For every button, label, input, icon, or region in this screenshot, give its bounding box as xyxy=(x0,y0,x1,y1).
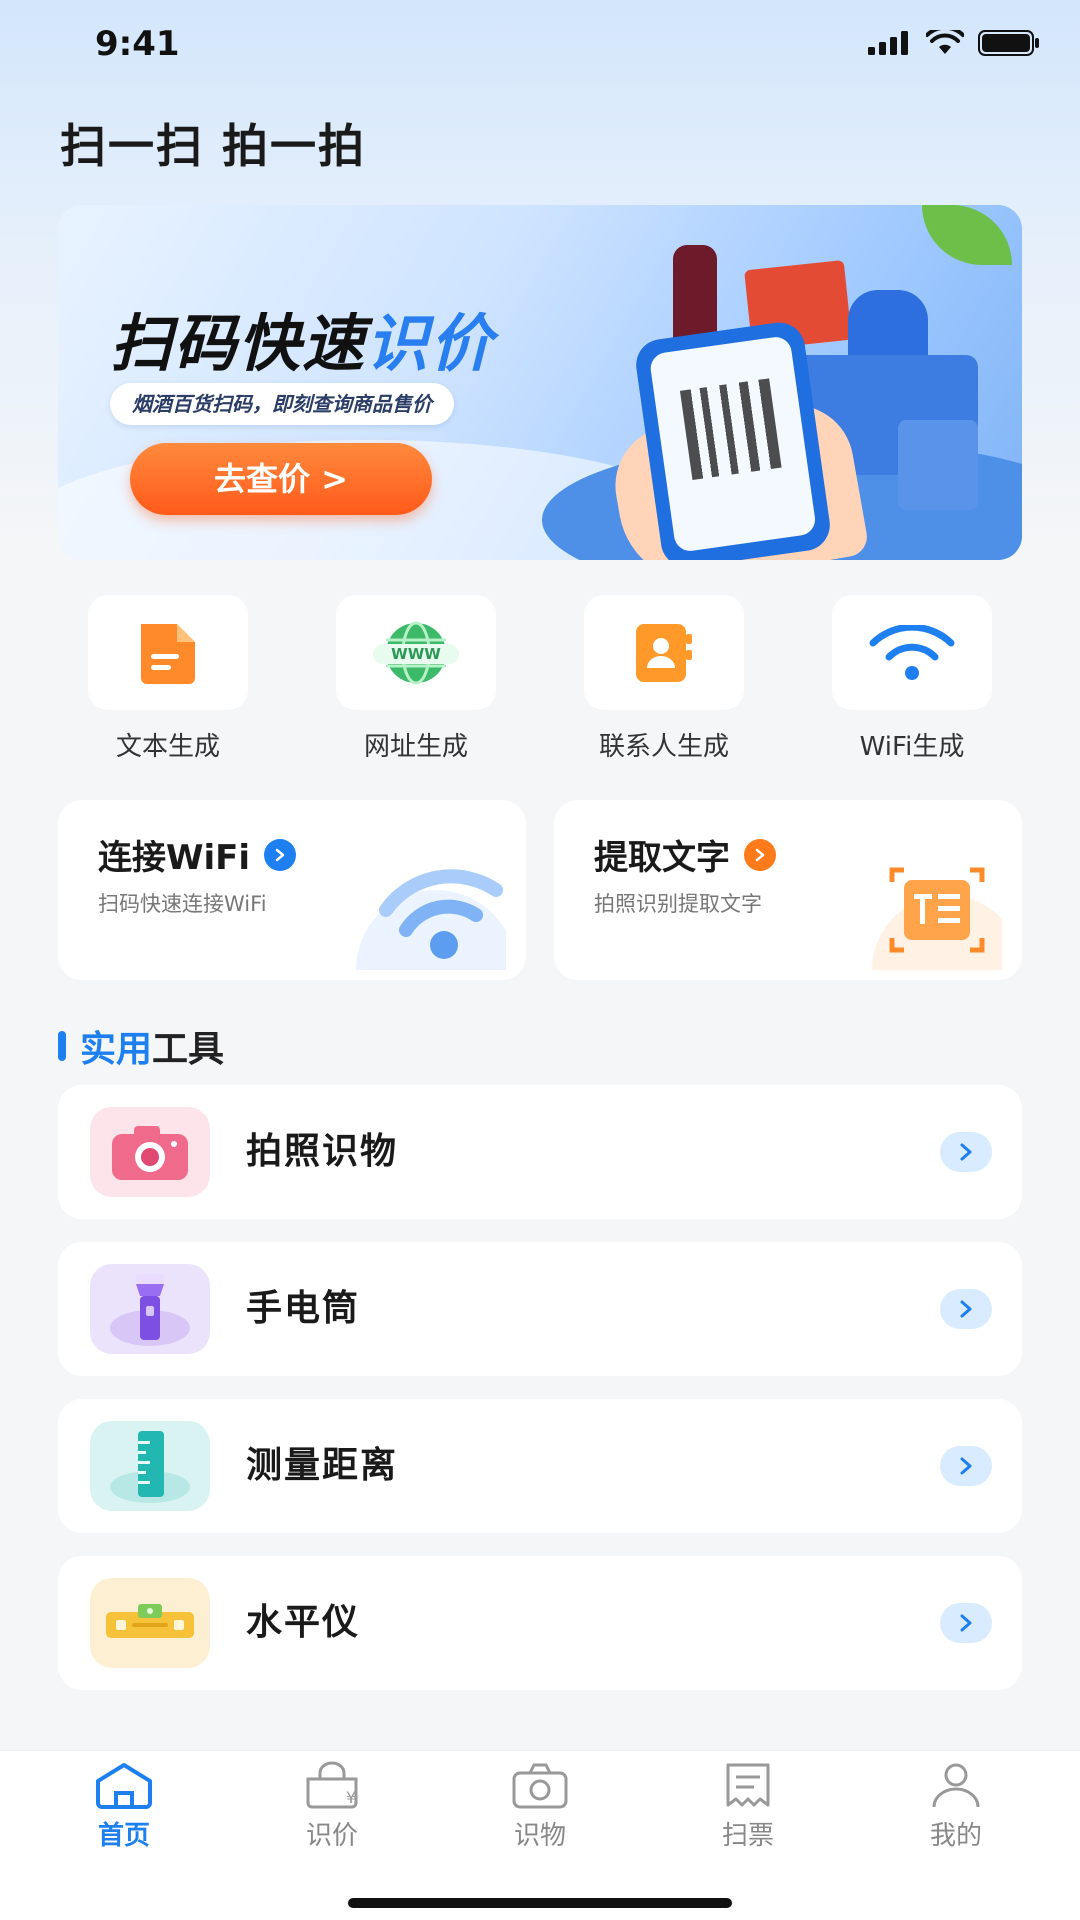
tab-label: 首页 xyxy=(97,1821,150,1851)
bottom-tab-bar: 首页 ¥ 识价 识物 扫票 我的 xyxy=(0,1750,1080,1920)
quick-action-icon-box: WWW xyxy=(336,595,496,710)
page-title: 扫一扫 拍一拍 xyxy=(60,119,367,173)
spirit-level-icon xyxy=(106,1604,194,1638)
connect-wifi-subtitle: 扫码快速连接WiFi xyxy=(98,892,267,916)
quick-action-icon-box xyxy=(832,595,992,710)
document-icon xyxy=(141,623,195,684)
quick-action-icon-box xyxy=(584,595,744,710)
quick-action-label: 文本生成 xyxy=(115,732,220,762)
signal-icon xyxy=(868,31,908,55)
wifi-status-icon xyxy=(926,30,964,54)
chevron-right-icon xyxy=(744,838,776,871)
check-price-button[interactable]: 去查价 > xyxy=(130,443,432,515)
tool-icon-box xyxy=(90,1107,210,1197)
tab-label: 扫票 xyxy=(721,1821,774,1851)
tab-label: 识物 xyxy=(513,1821,566,1851)
globe-www-icon: WWW xyxy=(373,621,459,684)
battery-icon xyxy=(978,30,1039,56)
wifi-icon xyxy=(869,624,955,680)
banner-title-highlight: 识价 xyxy=(366,307,495,380)
quick-action-contact[interactable]: 联系人生成 xyxy=(584,595,744,763)
connect-wifi-card[interactable]: 连接WiFi 扫码快速连接WiFi xyxy=(58,800,526,980)
banner-title: 扫码快速识价 xyxy=(110,293,494,383)
tab-home[interactable]: 首页 xyxy=(44,1761,204,1852)
phone-qr-illustration xyxy=(632,319,834,560)
section-title-rest: 工具 xyxy=(152,1029,225,1070)
banner-title-main: 扫码快速 xyxy=(110,307,367,380)
section-title-highlight: 实用 xyxy=(80,1029,153,1070)
extract-text-title: 提取文字 xyxy=(594,830,776,879)
leaf-decoration xyxy=(922,205,1012,265)
camera-tab-icon xyxy=(512,1763,568,1809)
quick-actions: 文本生成 WWW 网址生成 联系人生成 WiFi生成 xyxy=(58,595,1022,763)
tool-label: 测量距离 xyxy=(246,1445,399,1486)
extract-text-card[interactable]: 提取文字 拍照识别提取文字 xyxy=(554,800,1022,980)
quick-action-label: 联系人生成 xyxy=(598,732,729,762)
tool-label: 水平仪 xyxy=(246,1602,361,1643)
banner-subtitle: 烟酒百货扫码，即刻查询商品售价 xyxy=(110,383,454,425)
connect-wifi-title-text: 连接WiFi xyxy=(98,838,251,878)
tab-recognize[interactable]: 识物 xyxy=(460,1761,620,1852)
quick-action-url[interactable]: WWW 网址生成 xyxy=(336,595,496,763)
home-icon xyxy=(96,1763,152,1809)
price-bag-icon: ¥ xyxy=(306,1761,358,1809)
section-title-tools: 实用 工具 xyxy=(58,1020,224,1072)
tool-icon-box xyxy=(90,1578,210,1668)
qr-code-icon xyxy=(679,378,782,480)
tool-label: 拍照识物 xyxy=(246,1131,399,1172)
tool-item-measure-distance[interactable]: 测量距离 xyxy=(58,1399,1022,1533)
status-time: 9:41 xyxy=(95,24,180,64)
chevron-right-icon xyxy=(264,838,297,871)
tool-icon-box xyxy=(90,1264,210,1354)
tab-profile[interactable]: 我的 xyxy=(876,1761,1036,1852)
tab-label: 我的 xyxy=(929,1821,982,1851)
tool-item-flashlight[interactable]: 手电筒 xyxy=(58,1242,1022,1376)
promo-banner[interactable]: 扫码快速识价 烟酒百货扫码，即刻查询商品售价 去查价 > xyxy=(58,205,1022,560)
quick-action-text[interactable]: 文本生成 xyxy=(88,595,248,763)
chevron-right-icon[interactable] xyxy=(940,1446,992,1486)
tab-price[interactable]: ¥ 识价 xyxy=(252,1761,412,1852)
camera-icon xyxy=(112,1126,188,1180)
quick-action-icon-box xyxy=(88,595,248,710)
wifi-illustration-icon xyxy=(356,869,506,970)
chevron-right-icon[interactable] xyxy=(940,1132,992,1172)
status-bar: 9:41 xyxy=(0,0,1080,100)
quick-action-label: WiFi生成 xyxy=(859,732,965,762)
contact-book-icon xyxy=(636,623,692,682)
extract-text-title-text: 提取文字 xyxy=(594,838,730,878)
tool-icon-box xyxy=(90,1421,210,1511)
connect-wifi-title: 连接WiFi xyxy=(98,830,297,879)
ruler-icon xyxy=(110,1431,190,1503)
section-accent-bar xyxy=(58,1031,66,1061)
quick-action-label: 网址生成 xyxy=(363,732,468,762)
tool-label: 手电筒 xyxy=(246,1288,361,1329)
chevron-right-icon[interactable] xyxy=(940,1603,992,1643)
flashlight-icon xyxy=(110,1274,190,1346)
tab-scan-ticket[interactable]: 扫票 xyxy=(668,1761,828,1852)
text-scan-illustration-icon xyxy=(872,867,1002,970)
ticket-icon xyxy=(726,1763,770,1807)
tool-item-photo-recognize[interactable]: 拍照识物 xyxy=(58,1085,1022,1219)
tool-item-spirit-level[interactable]: 水平仪 xyxy=(58,1556,1022,1690)
shopping-bag-illustration xyxy=(898,420,978,510)
user-icon xyxy=(932,1763,980,1808)
svg-text:WWW: WWW xyxy=(391,645,441,663)
quick-action-wifi[interactable]: WiFi生成 xyxy=(832,595,992,763)
tab-label: 识价 xyxy=(305,1821,358,1851)
svg-text:¥: ¥ xyxy=(346,1788,356,1807)
chevron-right-icon[interactable] xyxy=(940,1289,992,1329)
home-indicator xyxy=(348,1898,732,1908)
status-icons xyxy=(868,30,1040,56)
extract-text-subtitle: 拍照识别提取文字 xyxy=(594,892,762,916)
